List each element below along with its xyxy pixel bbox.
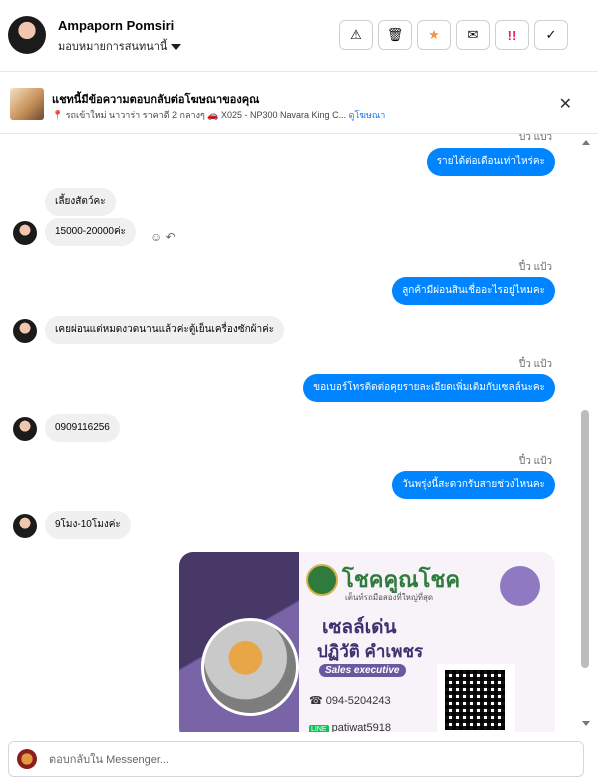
- card-phone: ☎ 094-5204243: [309, 694, 391, 707]
- action-toolbar: ⚠ 🗑 ★ ✉ !! ✓: [339, 20, 568, 50]
- card-decoration-circle: [500, 566, 540, 606]
- contact-avatar: [13, 221, 37, 245]
- flag-icon: !!: [507, 27, 517, 43]
- scroll-down-icon[interactable]: [582, 721, 590, 726]
- incoming-message[interactable]: 15000-20000ค่ะ: [45, 218, 137, 246]
- reply-icon[interactable]: ↶: [166, 230, 176, 244]
- salesperson-photo: [201, 618, 299, 716]
- star-icon: ★: [428, 27, 440, 42]
- incoming-message[interactable]: เคยผ่อนแต่หมดงวดนานแล้วค่ะตู้เย็นเครื่อง…: [45, 316, 285, 344]
- ad-banner-description: 📍 รถเข้าใหม่ นาวาร่า ราคาดี 2 กลางๆ 🚗 X0…: [52, 108, 385, 122]
- assign-label: มอบหมายการสนทนานี้: [58, 41, 168, 53]
- business-card-image[interactable]: โชคคูณโชค เต็นท์รถมือสองที่ใหญ่ที่สุด เซ…: [179, 552, 555, 732]
- conversation-header: Ampaporn Pomsiri มอบหมายการสนทนานี้ ⚠ 🗑 …: [0, 0, 598, 72]
- card-line-text: patiwat5918: [331, 722, 391, 732]
- seen-status: ปี๋ว แป้ว: [518, 134, 552, 143]
- outgoing-message[interactable]: รายได้ต่อเดือนเท่าไหร่คะ: [426, 148, 555, 176]
- phone-icon: ☎: [309, 695, 323, 707]
- message-thread[interactable]: ปี๋ว แป้ว รายได้ต่อเดือนเท่าไหร่คะ เลี้ย…: [0, 134, 580, 732]
- outgoing-message[interactable]: วันพรุ่งนี้สะดวกรับสายช่วงไหนคะ: [392, 471, 555, 499]
- qr-code: [437, 664, 515, 732]
- assign-conversation-dropdown[interactable]: มอบหมายการสนทนานี้: [58, 37, 182, 55]
- scroll-thumb[interactable]: [581, 410, 589, 668]
- check-icon: ✓: [545, 27, 557, 42]
- contact-avatar: [13, 514, 37, 538]
- follow-up-button[interactable]: !!: [495, 20, 529, 50]
- mark-done-button[interactable]: ✓: [534, 20, 568, 50]
- ad-thumbnail[interactable]: [10, 88, 44, 120]
- scrollbar[interactable]: [580, 134, 592, 732]
- caret-down-icon: [171, 44, 182, 51]
- outgoing-message[interactable]: ลูกค้ามีผ่อนสินเชื่ออะไรอยู่ไหมคะ: [392, 277, 555, 305]
- contact-avatar: [13, 417, 37, 441]
- ad-banner-title: แชทนี้มีข้อความตอบกลับต่อโฆษณาของคุณ: [52, 94, 260, 106]
- ad-reply-banner: แชทนี้มีข้อความตอบกลับต่อโฆษณาของคุณ 📍 ร…: [0, 72, 598, 134]
- mark-unread-button[interactable]: ✉: [456, 20, 490, 50]
- incoming-message[interactable]: 9โมง-10โมงค่ะ: [45, 511, 131, 539]
- seen-status: ปี๋ว แป้ว: [518, 359, 552, 370]
- card-tagline: เต็นท์รถมือสองที่ใหญ่ที่สุด: [345, 593, 434, 602]
- page-avatar: [17, 749, 37, 769]
- incoming-message[interactable]: 0909116256: [45, 414, 120, 442]
- mail-icon: ✉: [467, 27, 479, 42]
- contact-avatar: [13, 319, 37, 343]
- view-ad-link[interactable]: ดูโฆษณา: [349, 110, 386, 120]
- seen-status: ปี๋ว แป้ว: [518, 456, 552, 467]
- scroll-up-icon[interactable]: [582, 140, 590, 145]
- close-icon[interactable]: ✕: [559, 94, 572, 114]
- reply-composer: [8, 741, 584, 778]
- outgoing-message[interactable]: ขอเบอร์โทรติดต่อคุยรายละเอียดเพิ่มเติมกั…: [303, 374, 555, 402]
- ad-description-text: 📍 รถเข้าใหม่ นาวาร่า ราคาดี 2 กลางๆ 🚗 X0…: [52, 110, 347, 120]
- spam-button[interactable]: ⚠: [339, 20, 373, 50]
- trash-icon: 🗑: [386, 27, 404, 42]
- contact-avatar[interactable]: [8, 16, 46, 54]
- contact-name[interactable]: Ampaporn Pomsiri: [58, 18, 174, 33]
- react-icon[interactable]: ☺: [150, 230, 162, 244]
- message-actions: ☺ ↶: [150, 230, 176, 244]
- line-icon: LINE: [309, 725, 329, 732]
- reply-input[interactable]: [47, 742, 551, 778]
- card-position: Sales executive: [319, 664, 406, 677]
- delete-button[interactable]: 🗑: [378, 20, 412, 50]
- incoming-message[interactable]: เลี้ยงสัตว์คะ: [45, 188, 116, 216]
- seen-status: ปี๋ว แป้ว: [518, 262, 552, 273]
- qr-pattern: [445, 670, 505, 730]
- star-button[interactable]: ★: [417, 20, 451, 50]
- card-line-id: LINE patiwat5918: [309, 722, 391, 732]
- card-name: ปฏิวัติ คำเพชร: [317, 642, 424, 661]
- brand-logo: [306, 564, 338, 596]
- warning-icon: ⚠: [350, 27, 362, 42]
- card-phone-number: 094-5204243: [325, 695, 391, 707]
